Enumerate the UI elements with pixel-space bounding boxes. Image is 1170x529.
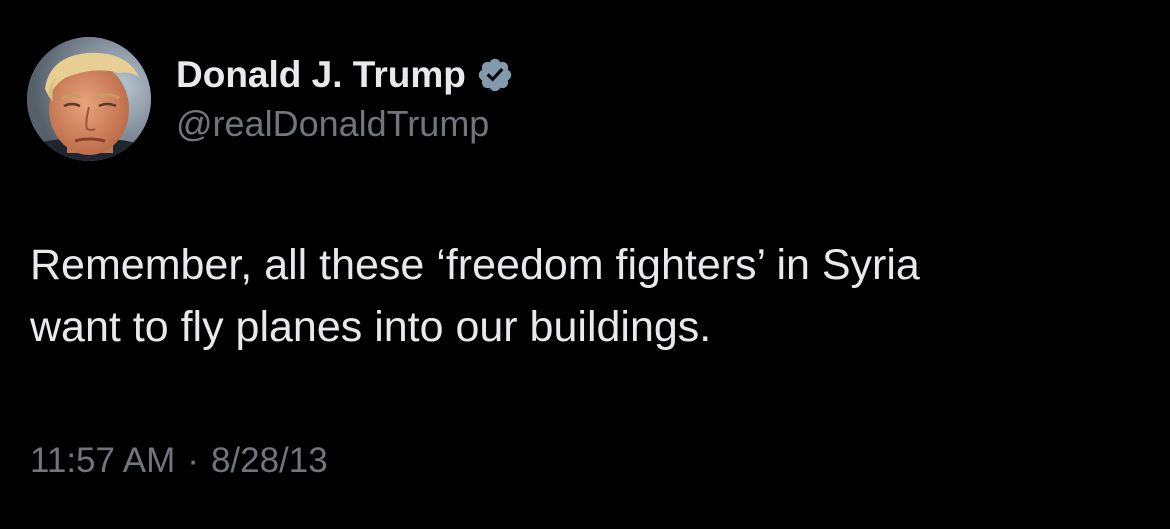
timestamp-separator: ·	[187, 441, 199, 480]
avatar[interactable]	[27, 37, 151, 161]
tweet-timestamp: 11:57 AM · 8/28/13	[30, 441, 328, 481]
author-handle[interactable]: @realDonaldTrump	[176, 103, 489, 145]
tweet-text-line: Remember, all these ‘freedom fighters’ i…	[30, 241, 920, 289]
author-name-row: Donald J. Trump	[176, 50, 514, 100]
display-name[interactable]: Donald J. Trump	[176, 54, 466, 96]
verified-badge-icon[interactable]	[476, 56, 514, 94]
tweet-date[interactable]: 8/28/13	[211, 441, 328, 481]
avatar-image	[27, 37, 151, 161]
tweet-card: Donald J. Trump @realDonaldTrump Remembe…	[0, 0, 1170, 529]
tweet-time[interactable]: 11:57 AM	[30, 441, 175, 481]
tweet-text: Remember, all these ‘freedom fighters’ i…	[30, 234, 1130, 358]
tweet-text-line: want to fly planes into our buildings.	[30, 303, 712, 351]
